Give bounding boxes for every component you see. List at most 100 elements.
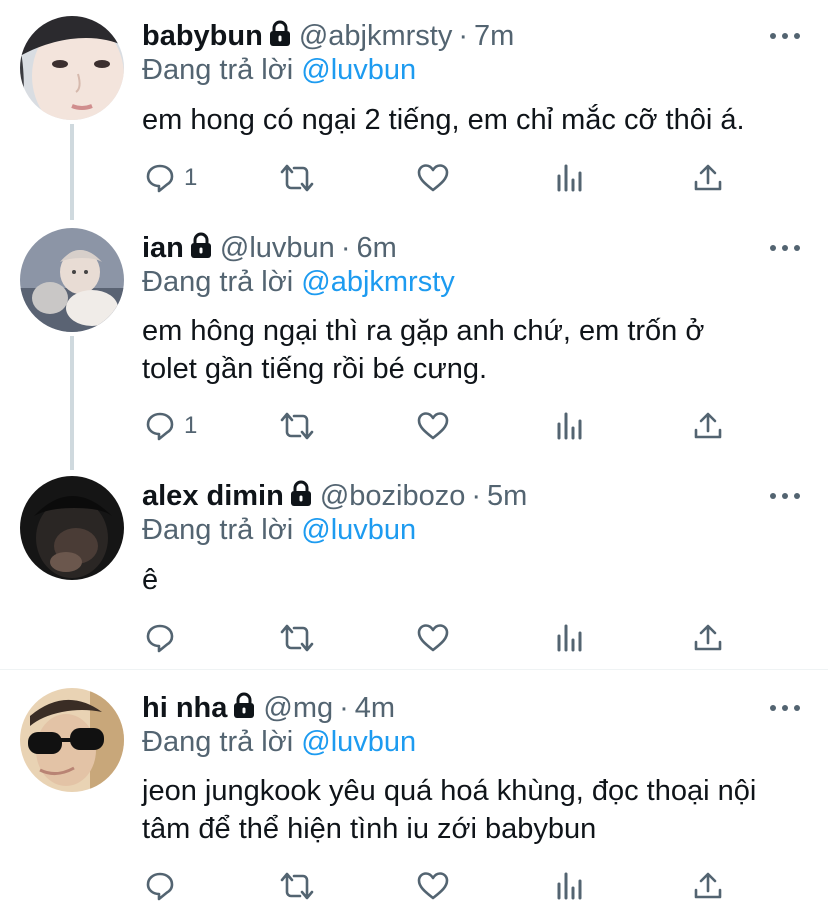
- action-bar: [142, 868, 742, 904]
- tweet[interactable]: ian @luvbun · 6m Đang trả lời @abjkmrsty…: [0, 212, 828, 470]
- action-bar: 1: [142, 408, 742, 444]
- display-name[interactable]: babybun: [142, 20, 263, 53]
- user-handle[interactable]: @abjkmrsty: [299, 20, 453, 53]
- share-icon: [694, 872, 722, 899]
- more-icon[interactable]: [770, 698, 800, 718]
- retweet-button[interactable]: [278, 620, 316, 656]
- display-name[interactable]: alex dimin: [142, 480, 284, 513]
- avatar[interactable]: [20, 476, 124, 580]
- analytics-icon: [557, 164, 582, 192]
- share-button[interactable]: [692, 408, 724, 444]
- lock-icon: [190, 232, 212, 266]
- tweet[interactable]: alex dimin @bozibozo · 5m Đang trả lời @…: [0, 460, 828, 668]
- analytics-button[interactable]: [554, 620, 586, 656]
- share-icon: [694, 164, 722, 191]
- like-icon: [417, 624, 449, 652]
- share-button[interactable]: [692, 868, 724, 904]
- analytics-icon: [557, 624, 582, 652]
- avatar[interactable]: [20, 228, 124, 332]
- analytics-icon: [557, 412, 582, 440]
- like-button[interactable]: [416, 620, 450, 656]
- tweet-header: alex dimin @bozibozo · 5m: [142, 476, 527, 516]
- lock-icon: [269, 20, 291, 54]
- reply-icon: [146, 624, 174, 653]
- tweet-text-line: tolet gần tiếng rồi bé cưng.: [142, 353, 488, 385]
- replying-to: Đang trả lời @luvbun: [142, 54, 416, 87]
- tweet-text-line: em hông ngại thì ra gặp anh chứ, em trốn…: [142, 315, 705, 347]
- tweet-header: hi nha @mg · 4m: [142, 688, 395, 728]
- reply-count: 1: [184, 164, 198, 191]
- timestamp[interactable]: 4m: [355, 692, 395, 725]
- replying-to-label: Đang trả lời: [142, 514, 294, 546]
- like-icon: [417, 164, 449, 192]
- reply-button[interactable]: [144, 620, 176, 656]
- timestamp[interactable]: 6m: [356, 232, 396, 265]
- tweet[interactable]: babybun @abjkmrsty · 7m Đang trả lời @lu…: [0, 0, 828, 230]
- replying-to-label: Đang trả lời: [142, 266, 294, 298]
- analytics-button[interactable]: [554, 868, 586, 904]
- replying-to-handle[interactable]: @abjkmrsty: [301, 266, 455, 298]
- reply-icon: [146, 872, 174, 901]
- reply-icon: [146, 164, 174, 193]
- reply-button[interactable]: 1: [144, 408, 197, 444]
- tweet-text-line: tâm để thể hiện tình iu zới babybun: [142, 813, 597, 845]
- analytics-button[interactable]: [554, 160, 586, 196]
- separator-dot: ·: [340, 231, 351, 264]
- like-icon: [417, 872, 449, 900]
- tweet-header: babybun @abjkmrsty · 7m: [142, 16, 514, 56]
- reply-count: 1: [184, 412, 198, 439]
- lock-icon: [290, 480, 312, 514]
- more-icon[interactable]: [770, 238, 800, 258]
- display-name[interactable]: hi nha: [142, 692, 227, 725]
- share-button[interactable]: [692, 160, 724, 196]
- reply-button[interactable]: [144, 868, 176, 904]
- replying-to: Đang trả lời @abjkmrsty: [142, 266, 455, 299]
- retweet-button[interactable]: [278, 868, 316, 904]
- share-icon: [694, 412, 722, 439]
- analytics-icon: [557, 872, 582, 900]
- more-icon[interactable]: [770, 26, 800, 46]
- replying-to-handle[interactable]: @luvbun: [301, 514, 416, 546]
- retweet-icon: [280, 164, 314, 192]
- separator-dot: ·: [339, 691, 349, 724]
- avatar[interactable]: [20, 16, 124, 120]
- like-button[interactable]: [416, 160, 450, 196]
- tweet-text-line: jeon jungkook yêu quá hoá khùng, đọc tho…: [142, 775, 757, 807]
- tweet-text: jeon jungkook yêu quá hoá khùng, đọc tho…: [142, 772, 802, 848]
- retweet-icon: [280, 872, 314, 900]
- retweet-icon: [280, 624, 314, 652]
- tweet-text: em hông ngại thì ra gặp anh chứ, em trốn…: [142, 312, 802, 388]
- retweet-button[interactable]: [278, 160, 316, 196]
- reply-icon: [146, 412, 174, 441]
- tweet-text-line: ê: [142, 564, 159, 596]
- like-button[interactable]: [416, 408, 450, 444]
- timestamp[interactable]: 5m: [487, 480, 527, 513]
- avatar[interactable]: [20, 688, 124, 792]
- share-button[interactable]: [692, 620, 724, 656]
- replying-to-label: Đang trả lời: [142, 54, 294, 86]
- more-icon[interactable]: [770, 486, 800, 506]
- user-handle[interactable]: @bozibozo: [320, 480, 466, 513]
- tweet-text: em hong có ngại 2 tiếng, em chỉ mắc cỡ t…: [142, 101, 802, 139]
- user-handle[interactable]: @luvbun: [220, 232, 335, 265]
- tweet-text-line: em hong có ngại 2 tiếng, em chỉ mắc cỡ t…: [142, 104, 745, 136]
- like-button[interactable]: [416, 868, 450, 904]
- user-handle[interactable]: @mg: [263, 692, 333, 725]
- tweet[interactable]: hi nha @mg · 4m Đang trả lời @luvbun jeo…: [0, 672, 828, 924]
- reply-button[interactable]: 1: [144, 160, 197, 196]
- replying-to-handle[interactable]: @luvbun: [301, 726, 416, 758]
- replying-to: Đang trả lời @luvbun: [142, 514, 416, 547]
- timestamp[interactable]: 7m: [474, 20, 514, 53]
- separator-dot: ·: [471, 479, 482, 512]
- analytics-button[interactable]: [554, 408, 586, 444]
- tweet-text: ê: [142, 561, 802, 599]
- retweet-icon: [280, 412, 314, 440]
- action-bar: [142, 620, 742, 656]
- lock-icon: [233, 692, 255, 726]
- replying-to-handle[interactable]: @luvbun: [301, 54, 416, 86]
- display-name[interactable]: ian: [142, 232, 184, 265]
- tweet-divider: [0, 669, 828, 670]
- like-icon: [417, 412, 449, 440]
- replying-to-label: Đang trả lời: [142, 726, 294, 758]
- retweet-button[interactable]: [278, 408, 316, 444]
